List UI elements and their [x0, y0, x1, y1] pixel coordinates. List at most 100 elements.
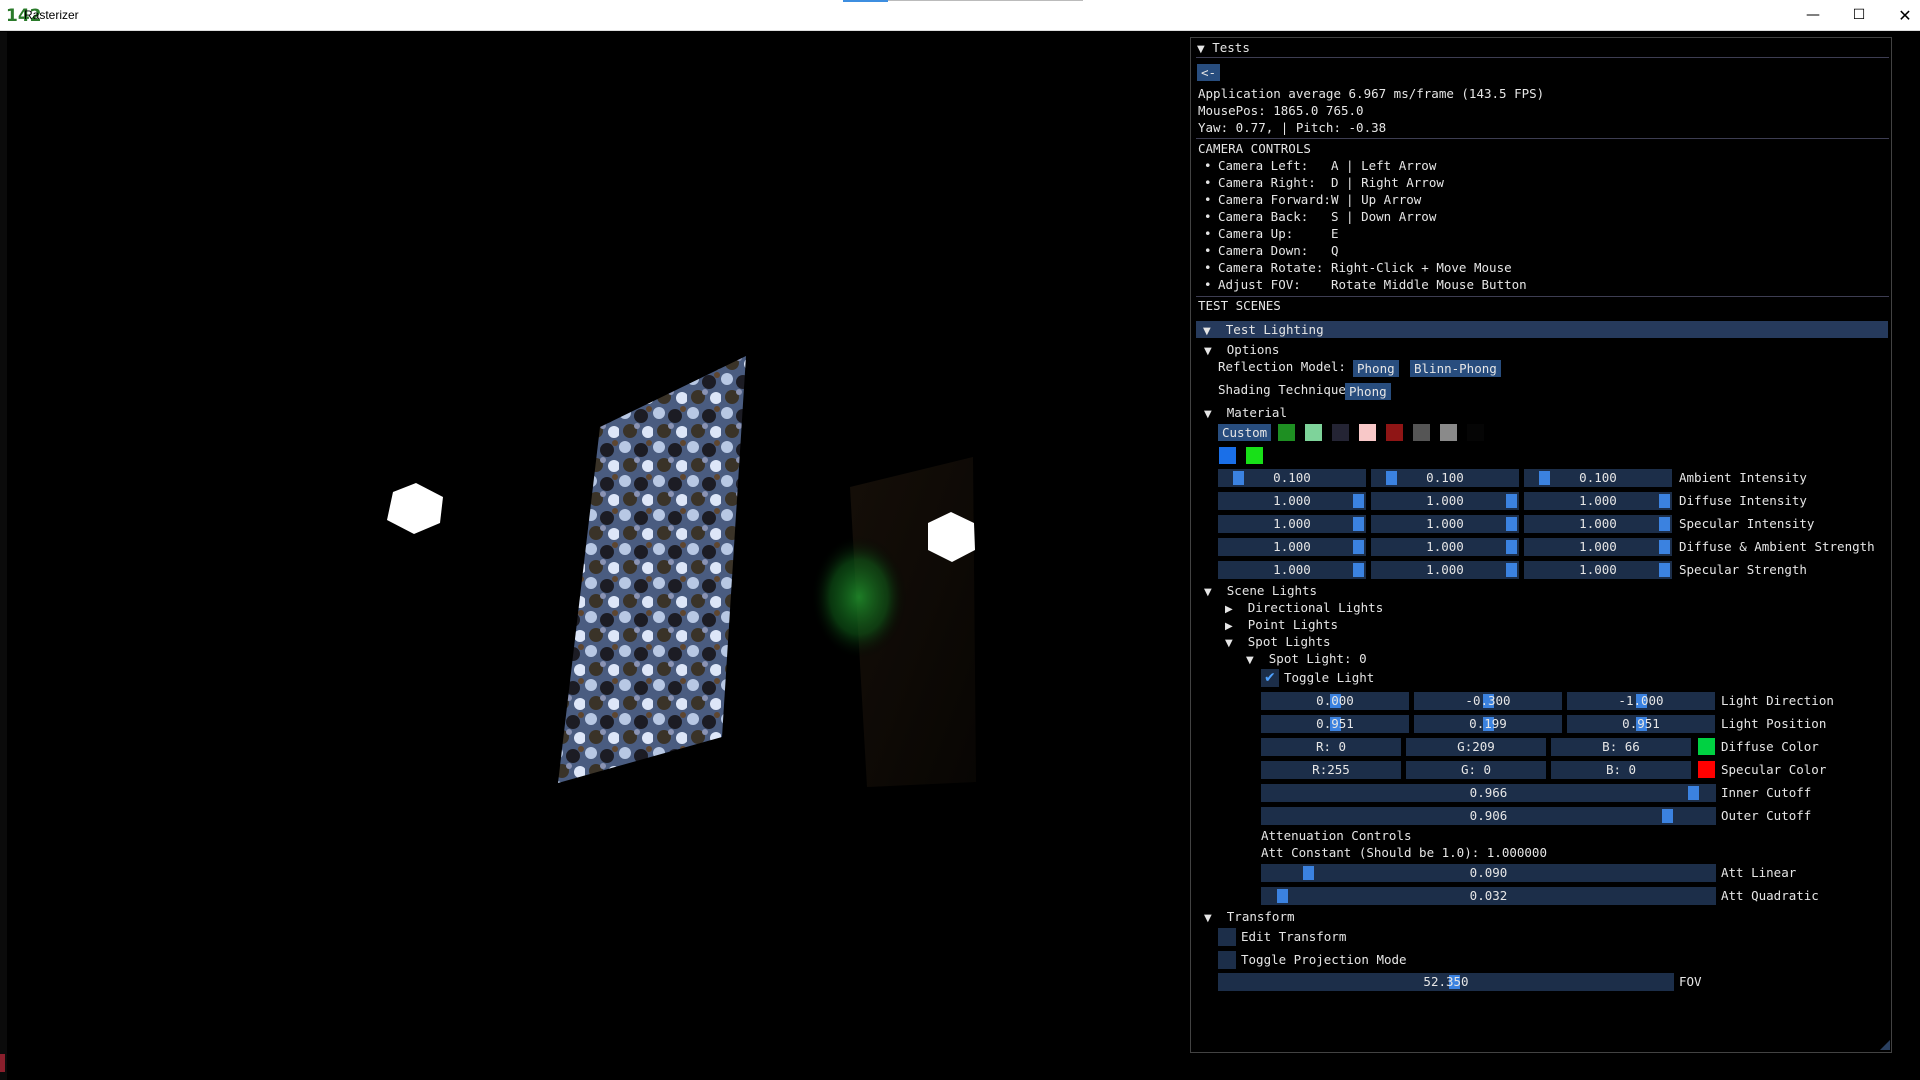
window-titlebar[interactable]: 142 Rasterizer — ☐ ✕	[0, 0, 1920, 31]
material-swatch[interactable]	[1278, 424, 1295, 441]
slider-value: 1.000	[1426, 562, 1464, 577]
material-swatch[interactable]	[1440, 424, 1457, 441]
panel-resize-grip[interactable]	[1880, 1040, 1890, 1050]
light-direction[interactable]: -1.000	[1567, 692, 1715, 710]
back-button[interactable]: <-	[1197, 64, 1221, 81]
diffuse-color-channel[interactable]: R: 0	[1261, 738, 1401, 756]
light-position[interactable]: 0.951	[1261, 715, 1409, 733]
minimize-button[interactable]: —	[1790, 0, 1836, 31]
textured-wall	[558, 356, 746, 783]
material-tree[interactable]: ▼ Material	[1204, 405, 1287, 422]
shading-phong-button[interactable]: Phong	[1345, 383, 1391, 400]
camera-control-value: W | Up Arrow	[1331, 192, 1422, 207]
material-slider[interactable]: 1.000	[1524, 538, 1672, 556]
diffuse-color-swatch[interactable]	[1698, 738, 1715, 755]
att-quadratic-slider[interactable]: 0.032	[1261, 887, 1716, 905]
transform-tree[interactable]: ▼ Transform	[1204, 909, 1295, 926]
material-custom-button[interactable]: Custom	[1218, 424, 1272, 441]
maximize-button[interactable]: ☐	[1836, 0, 1882, 31]
material-swatch[interactable]	[1467, 424, 1484, 441]
material-slider[interactable]: 1.000	[1218, 538, 1366, 556]
att-constant-text: Att Constant (Should be 1.0): 1.000000	[1261, 845, 1547, 860]
frame-marker	[0, 1054, 5, 1072]
spot-lights-tree[interactable]: ▼ Spot Lights	[1225, 634, 1331, 651]
material-slider[interactable]: 1.000	[1524, 515, 1672, 533]
scene-lights-tree[interactable]: ▼ Scene Lights	[1204, 583, 1317, 600]
camera-control-key: Camera Down:	[1218, 243, 1309, 258]
app-icon: 142	[6, 6, 42, 26]
slider-value: -1.000	[1618, 693, 1664, 708]
projection-mode-checkbox[interactable]	[1218, 951, 1236, 969]
close-button[interactable]: ✕	[1882, 0, 1920, 31]
material-swatch[interactable]	[1305, 424, 1322, 441]
titlebar-divider	[888, 0, 1083, 1]
slider-value: 1.000	[1579, 493, 1617, 508]
tests-panel-title: Tests	[1212, 40, 1250, 55]
material-slider[interactable]: 1.000	[1218, 492, 1366, 510]
material-slider[interactable]: 1.000	[1218, 515, 1366, 533]
directional-lights-tree[interactable]: ▶ Directional Lights	[1225, 600, 1383, 617]
material-row-label: Diffuse & Ambient Strength	[1679, 539, 1875, 554]
fov-slider[interactable]: 52.350	[1218, 973, 1674, 991]
light-direction[interactable]: 0.000	[1261, 692, 1409, 710]
material-slider[interactable]: 1.000	[1218, 561, 1366, 579]
material-swatch[interactable]	[1246, 447, 1263, 464]
test-scenes-heading: TEST SCENES	[1198, 298, 1281, 313]
material-swatch[interactable]	[1413, 424, 1430, 441]
att-linear-slider[interactable]: 0.090	[1261, 864, 1716, 882]
projection-mode-label: Toggle Projection Mode	[1241, 952, 1407, 967]
slider-value: 0.966	[1469, 785, 1508, 800]
slider-value: 52.350	[1423, 974, 1469, 989]
att-quadratic-label: Att Quadratic	[1721, 888, 1819, 903]
attenuation-heading: Attenuation Controls	[1261, 828, 1412, 843]
test-lighting-header-label: ▼ Test Lighting	[1203, 322, 1324, 337]
tests-panel-header[interactable]: ▼ Tests	[1197, 40, 1250, 57]
material-slider[interactable]: 1.000	[1524, 561, 1672, 579]
material-slider[interactable]: 1.000	[1371, 515, 1519, 533]
inner-cutoff-slider[interactable]: 0.966	[1261, 784, 1716, 802]
reflection-model-label: Reflection Model:	[1218, 359, 1346, 374]
specular-color-channel[interactable]: G: 0	[1406, 761, 1546, 779]
material-slider[interactable]: 1.000	[1371, 492, 1519, 510]
slider-value: 1.000	[1426, 539, 1464, 554]
edit-transform-checkbox[interactable]	[1218, 928, 1236, 946]
material-swatch[interactable]	[1359, 424, 1376, 441]
material-slider[interactable]: 0.100	[1524, 469, 1672, 487]
slider-value: 0.100	[1273, 470, 1311, 485]
options-tree[interactable]: ▼ Options	[1204, 342, 1279, 359]
material-swatch[interactable]	[1386, 424, 1403, 441]
reflection-phong-button[interactable]: Phong	[1353, 360, 1399, 377]
toggle-light-checkbox[interactable]: ✔	[1261, 669, 1279, 687]
material-slider[interactable]: 0.100	[1218, 469, 1366, 487]
camera-control-key: Adjust FOV:	[1218, 277, 1301, 292]
diffuse-color-channel[interactable]: G:209	[1406, 738, 1546, 756]
att-linear-label: Att Linear	[1721, 865, 1797, 880]
camera-separator	[1196, 296, 1889, 297]
spot-light-0-tree[interactable]: ▼ Spot Light: 0	[1246, 651, 1367, 668]
titlebar-accent	[843, 0, 888, 2]
light-direction[interactable]: -0.300	[1414, 692, 1562, 710]
material-slider[interactable]: 1.000	[1524, 492, 1672, 510]
light-position[interactable]: 0.951	[1567, 715, 1715, 733]
material-slider[interactable]: 1.000	[1371, 561, 1519, 579]
specular-color-channel[interactable]: B: 0	[1551, 761, 1691, 779]
material-swatch[interactable]	[1332, 424, 1349, 441]
material-slider[interactable]: 1.000	[1371, 538, 1519, 556]
light-position-label: Light Position	[1721, 716, 1827, 731]
reflection-blinn-phong-button[interactable]: Blinn-Phong	[1410, 360, 1501, 377]
render-viewport[interactable]	[7, 32, 1190, 1080]
slider-value: 0.951	[1622, 716, 1660, 731]
diffuse-color-channel[interactable]: B: 66	[1551, 738, 1691, 756]
slider-value: B: 66	[1602, 739, 1640, 754]
point-lights-tree[interactable]: ▶ Point Lights	[1225, 617, 1338, 634]
material-slider[interactable]: 0.100	[1371, 469, 1519, 487]
camera-control-bullet: •	[1204, 226, 1212, 241]
spotlight-glow	[811, 535, 907, 659]
slider-value: 0.199	[1469, 716, 1507, 731]
light-position[interactable]: 0.199	[1414, 715, 1562, 733]
specular-color-swatch[interactable]	[1698, 761, 1715, 778]
slider-value: 0.090	[1469, 865, 1508, 880]
specular-color-channel[interactable]: R:255	[1261, 761, 1401, 779]
material-swatch[interactable]	[1219, 447, 1236, 464]
outer-cutoff-slider[interactable]: 0.906	[1261, 807, 1716, 825]
